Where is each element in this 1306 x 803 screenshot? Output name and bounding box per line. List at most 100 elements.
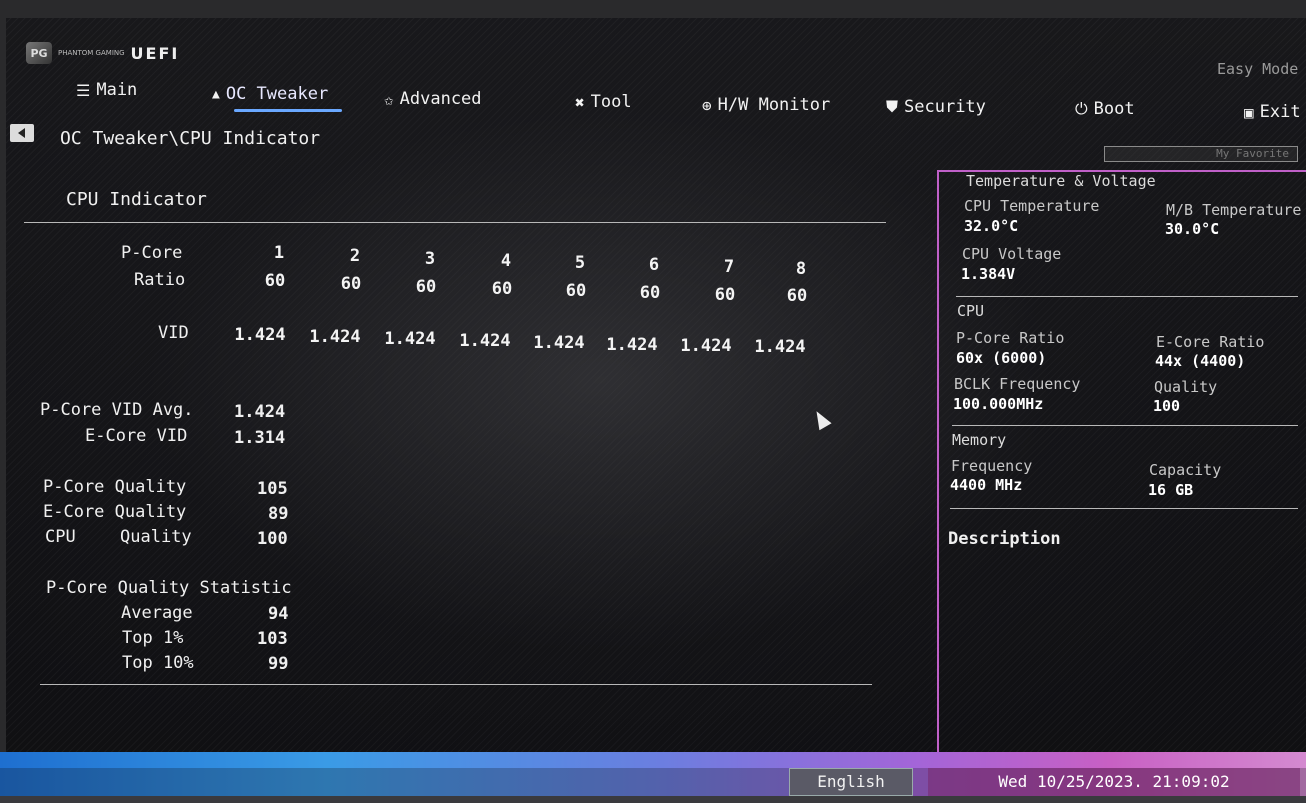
ecore-vid-label: E-Core VID <box>85 426 188 446</box>
core-vid-value: 1.424 <box>234 325 286 345</box>
tab-oc-tweaker-label: OC Tweaker <box>225 84 329 104</box>
stat-title: P-Core Quality Statistic <box>46 578 292 598</box>
tab-advanced[interactable]: ✩ Advanced <box>384 89 482 109</box>
core-ratio-value: 60 <box>264 271 286 291</box>
tab-exit[interactable]: ▣ Exit <box>1244 102 1301 122</box>
core-vid-value: 1.424 <box>309 327 361 347</box>
power-icon: ⏻ <box>1075 99 1088 118</box>
cpu-voltage-label: CPU Voltage <box>962 245 1062 263</box>
memory-section-title: Memory <box>952 431 1007 449</box>
cpu-voltage-value: 1.384V <box>961 265 1016 283</box>
monitor-bezel-top <box>0 0 1306 18</box>
core-ratio-value: 60 <box>786 286 808 306</box>
core-ratio-value: 60 <box>415 277 437 297</box>
bclk-label: BCLK Frequency <box>954 375 1081 393</box>
cpu-quality-value: 100 <box>257 529 288 549</box>
tab-hw-monitor-label: H/W Monitor <box>717 95 831 115</box>
panel-divider-3 <box>950 508 1298 509</box>
core-ratio-value: 60 <box>714 285 736 305</box>
pcore-vid-avg-value: 1.424 <box>234 402 286 422</box>
capacity-label: Capacity <box>1149 461 1222 479</box>
core-number: 1 <box>273 243 285 263</box>
temp-voltage-title: Temperature & Voltage <box>966 172 1156 190</box>
core-ratio-value: 60 <box>491 279 513 299</box>
mouse-cursor-icon <box>810 407 832 431</box>
core-number: 7 <box>723 257 735 277</box>
back-button[interactable] <box>10 124 34 142</box>
tab-main[interactable]: ☰ Main <box>76 80 137 100</box>
brand-uefi-text: UEFI <box>130 43 180 63</box>
shield-icon: ⛊ <box>886 97 899 116</box>
core-ratio-value: 60 <box>340 274 362 294</box>
tab-tool-label: Tool <box>590 92 632 112</box>
tab-exit-label: Exit <box>1259 102 1301 122</box>
core-ratio-value: 60 <box>565 281 587 301</box>
language-button[interactable]: English <box>789 768 913 796</box>
mem-frequency-value: 4400 MHz <box>950 476 1023 494</box>
mb-temp-value: 30.0°C <box>1165 220 1220 238</box>
my-favorite-button[interactable]: My Favorite <box>1104 146 1298 162</box>
datetime-display[interactable]: Wed 10/25/2023. 21:09:02 <box>928 768 1300 796</box>
pcore-label: P-Core <box>121 243 183 263</box>
pcore-quality-label: P-Core Quality <box>43 477 187 497</box>
breadcrumb: OC Tweaker\CPU Indicator <box>60 128 321 149</box>
section-title: CPU Indicator <box>66 189 207 210</box>
core-number: 5 <box>574 253 586 273</box>
core-vid-value: 1.424 <box>680 336 732 356</box>
core-vid-value: 1.424 <box>754 337 806 357</box>
stat-top10-value: 99 <box>268 654 289 674</box>
core-vid-value: 1.424 <box>606 335 658 355</box>
pcore-vid-avg-label: P-Core VID Avg. <box>40 400 194 420</box>
tab-hw-monitor[interactable]: ⊕ H/W Monitor <box>702 95 830 115</box>
cpu-quality-label-a: CPU <box>45 527 76 547</box>
stat-average-value: 94 <box>268 604 289 624</box>
stat-top1-label: Top 1% <box>122 628 184 648</box>
capacity-value: 16 GB <box>1148 481 1194 499</box>
tab-boot-label: Boot <box>1093 99 1135 119</box>
tab-security-label: Security <box>904 97 986 117</box>
exit-icon: ▣ <box>1244 102 1254 122</box>
tab-security[interactable]: ⛊ Security <box>886 97 986 117</box>
ratio-label: Ratio <box>134 270 186 290</box>
core-number: 6 <box>648 255 660 275</box>
easy-mode-button[interactable]: Easy Mode <box>1217 60 1298 78</box>
pcore-ratio-label: P-Core Ratio <box>956 329 1065 347</box>
tab-oc-tweaker[interactable]: ▲ OC Tweaker <box>212 84 328 104</box>
core-number: 8 <box>795 259 807 279</box>
core-ratio-value: 60 <box>639 283 661 303</box>
ecore-ratio-value: 44x (4400) <box>1155 352 1246 370</box>
tab-boot[interactable]: ⏻ Boot <box>1075 99 1135 119</box>
bottom-divider <box>40 684 872 685</box>
ecore-ratio-label: E-Core Ratio <box>1156 333 1265 351</box>
section-divider <box>24 222 886 223</box>
bclk-value: 100.000MHz <box>953 395 1044 413</box>
ecore-quality-value: 89 <box>268 504 289 524</box>
ecore-vid-value: 1.314 <box>234 428 286 448</box>
cpu-temp-value: 32.0°C <box>964 217 1019 235</box>
brand-small-text: PHANTOM GAMING <box>58 48 125 57</box>
wrench-icon: ✖ <box>575 92 585 112</box>
core-number: 3 <box>424 249 436 269</box>
vid-label: VID <box>158 323 189 343</box>
stat-average-label: Average <box>121 603 193 623</box>
pcore-ratio-value: 60x (6000) <box>956 349 1047 367</box>
cpu-temp-label: CPU Temperature <box>964 197 1100 215</box>
tab-advanced-label: Advanced <box>399 89 482 109</box>
quality-value: 100 <box>1153 397 1181 415</box>
stat-top10-label: Top 10% <box>122 653 194 673</box>
panel-divider-1 <box>956 296 1298 297</box>
pcore-quality-value: 105 <box>257 479 288 499</box>
tab-tool[interactable]: ✖ Tool <box>575 92 632 112</box>
quality-label: Quality <box>1154 378 1218 396</box>
stat-top1-value: 103 <box>257 629 288 649</box>
monitor-bezel-bottom <box>0 796 1306 803</box>
list-icon: ☰ <box>76 80 91 100</box>
brand-logo: PG PHANTOM GAMING UEFI <box>26 42 179 64</box>
description-title: Description <box>948 529 1061 549</box>
mem-frequency-label: Frequency <box>951 457 1033 475</box>
monitor-bezel-left <box>0 0 6 803</box>
mb-temp-label: M/B Temperature <box>1166 201 1302 219</box>
core-vid-value: 1.424 <box>384 329 436 349</box>
bios-screen: PG PHANTOM GAMING UEFI Easy Mode ☰ Main … <box>0 0 1306 803</box>
cpu-section-title: CPU <box>957 302 985 320</box>
